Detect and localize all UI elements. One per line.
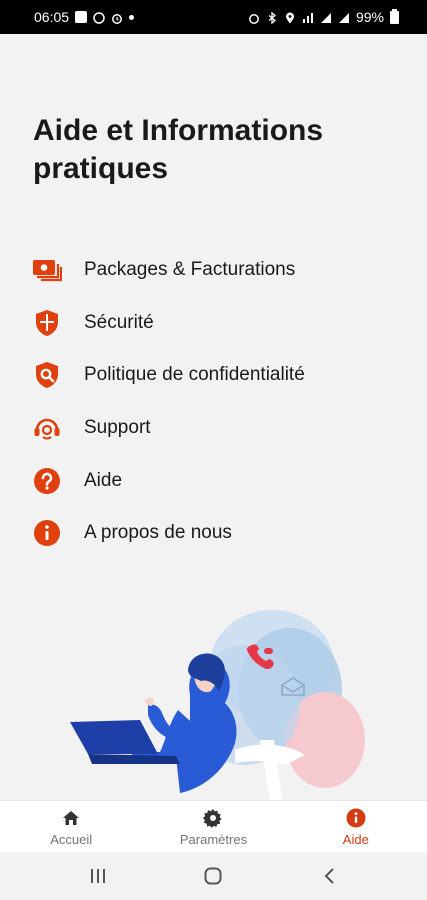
shield-icon bbox=[32, 308, 62, 338]
menu-item-label: Support bbox=[84, 417, 151, 439]
status-bar: 06:05 99% bbox=[0, 0, 427, 34]
gallery-icon bbox=[75, 11, 88, 23]
status-left: 06:05 bbox=[34, 9, 135, 25]
location-icon bbox=[284, 11, 296, 24]
menu-item-security[interactable]: Sécurité bbox=[32, 297, 412, 350]
help-menu-list: Packages & Facturations Sécurité Politiq… bbox=[32, 244, 412, 560]
recent-apps-icon bbox=[90, 869, 105, 883]
menu-item-label: Aide bbox=[84, 469, 123, 491]
bottom-navigation: Accueil Paramètres Aide bbox=[0, 800, 427, 852]
menu-item-label: Sécurité bbox=[84, 311, 154, 333]
gear-icon bbox=[202, 807, 224, 829]
nav-item-label: Aide bbox=[342, 831, 369, 847]
battery-percentage: 99% bbox=[355, 9, 384, 25]
nav-item-settings[interactable]: Paramètres bbox=[142, 801, 284, 852]
status-right: 99% bbox=[248, 8, 399, 25]
menu-item-privacy-policy[interactable]: Politique de confidentialité bbox=[32, 349, 412, 402]
battery-icon bbox=[390, 8, 399, 24]
alarm-icon bbox=[248, 11, 260, 24]
wifi-calling-icon bbox=[302, 11, 314, 23]
recent-apps-button[interactable] bbox=[78, 856, 118, 896]
nav-item-help[interactable]: Aide bbox=[285, 801, 427, 852]
menu-item-support[interactable]: Support bbox=[32, 402, 412, 455]
signal-icon bbox=[338, 11, 350, 23]
billing-icon bbox=[32, 255, 62, 285]
home-icon bbox=[60, 807, 82, 829]
menu-item-label: Politique de confidentialité bbox=[84, 364, 305, 386]
menu-item-packages-billing[interactable]: Packages & Facturations bbox=[32, 244, 412, 297]
nav-item-home[interactable]: Accueil bbox=[0, 801, 142, 852]
signal-icon bbox=[320, 11, 332, 23]
home-button[interactable] bbox=[193, 856, 233, 896]
info-icon bbox=[32, 518, 62, 548]
status-time: 06:05 bbox=[34, 9, 70, 25]
privacy-shield-icon bbox=[32, 360, 62, 390]
support-illustration bbox=[60, 600, 380, 805]
notification-dot-icon bbox=[129, 14, 135, 20]
bluetooth-icon bbox=[266, 11, 278, 25]
nav-item-label: Paramètres bbox=[179, 831, 248, 847]
support-headset-icon bbox=[32, 413, 62, 443]
alarm-icon bbox=[111, 11, 123, 24]
whatsapp-icon bbox=[93, 11, 105, 24]
menu-item-label: Packages & Facturations bbox=[84, 259, 296, 281]
question-icon bbox=[32, 466, 62, 496]
back-button[interactable] bbox=[309, 856, 349, 896]
info-icon bbox=[345, 807, 367, 829]
nav-item-label: Accueil bbox=[50, 831, 93, 847]
menu-item-about-us[interactable]: A propos de nous bbox=[32, 507, 412, 560]
back-chevron-icon bbox=[324, 868, 334, 884]
menu-item-label: A propos de nous bbox=[84, 522, 232, 544]
menu-item-help[interactable]: Aide bbox=[32, 454, 412, 507]
system-navigation-bar bbox=[0, 852, 427, 900]
page-title: Aide et Informations pratiques bbox=[33, 114, 324, 185]
home-circle-icon bbox=[204, 867, 222, 885]
